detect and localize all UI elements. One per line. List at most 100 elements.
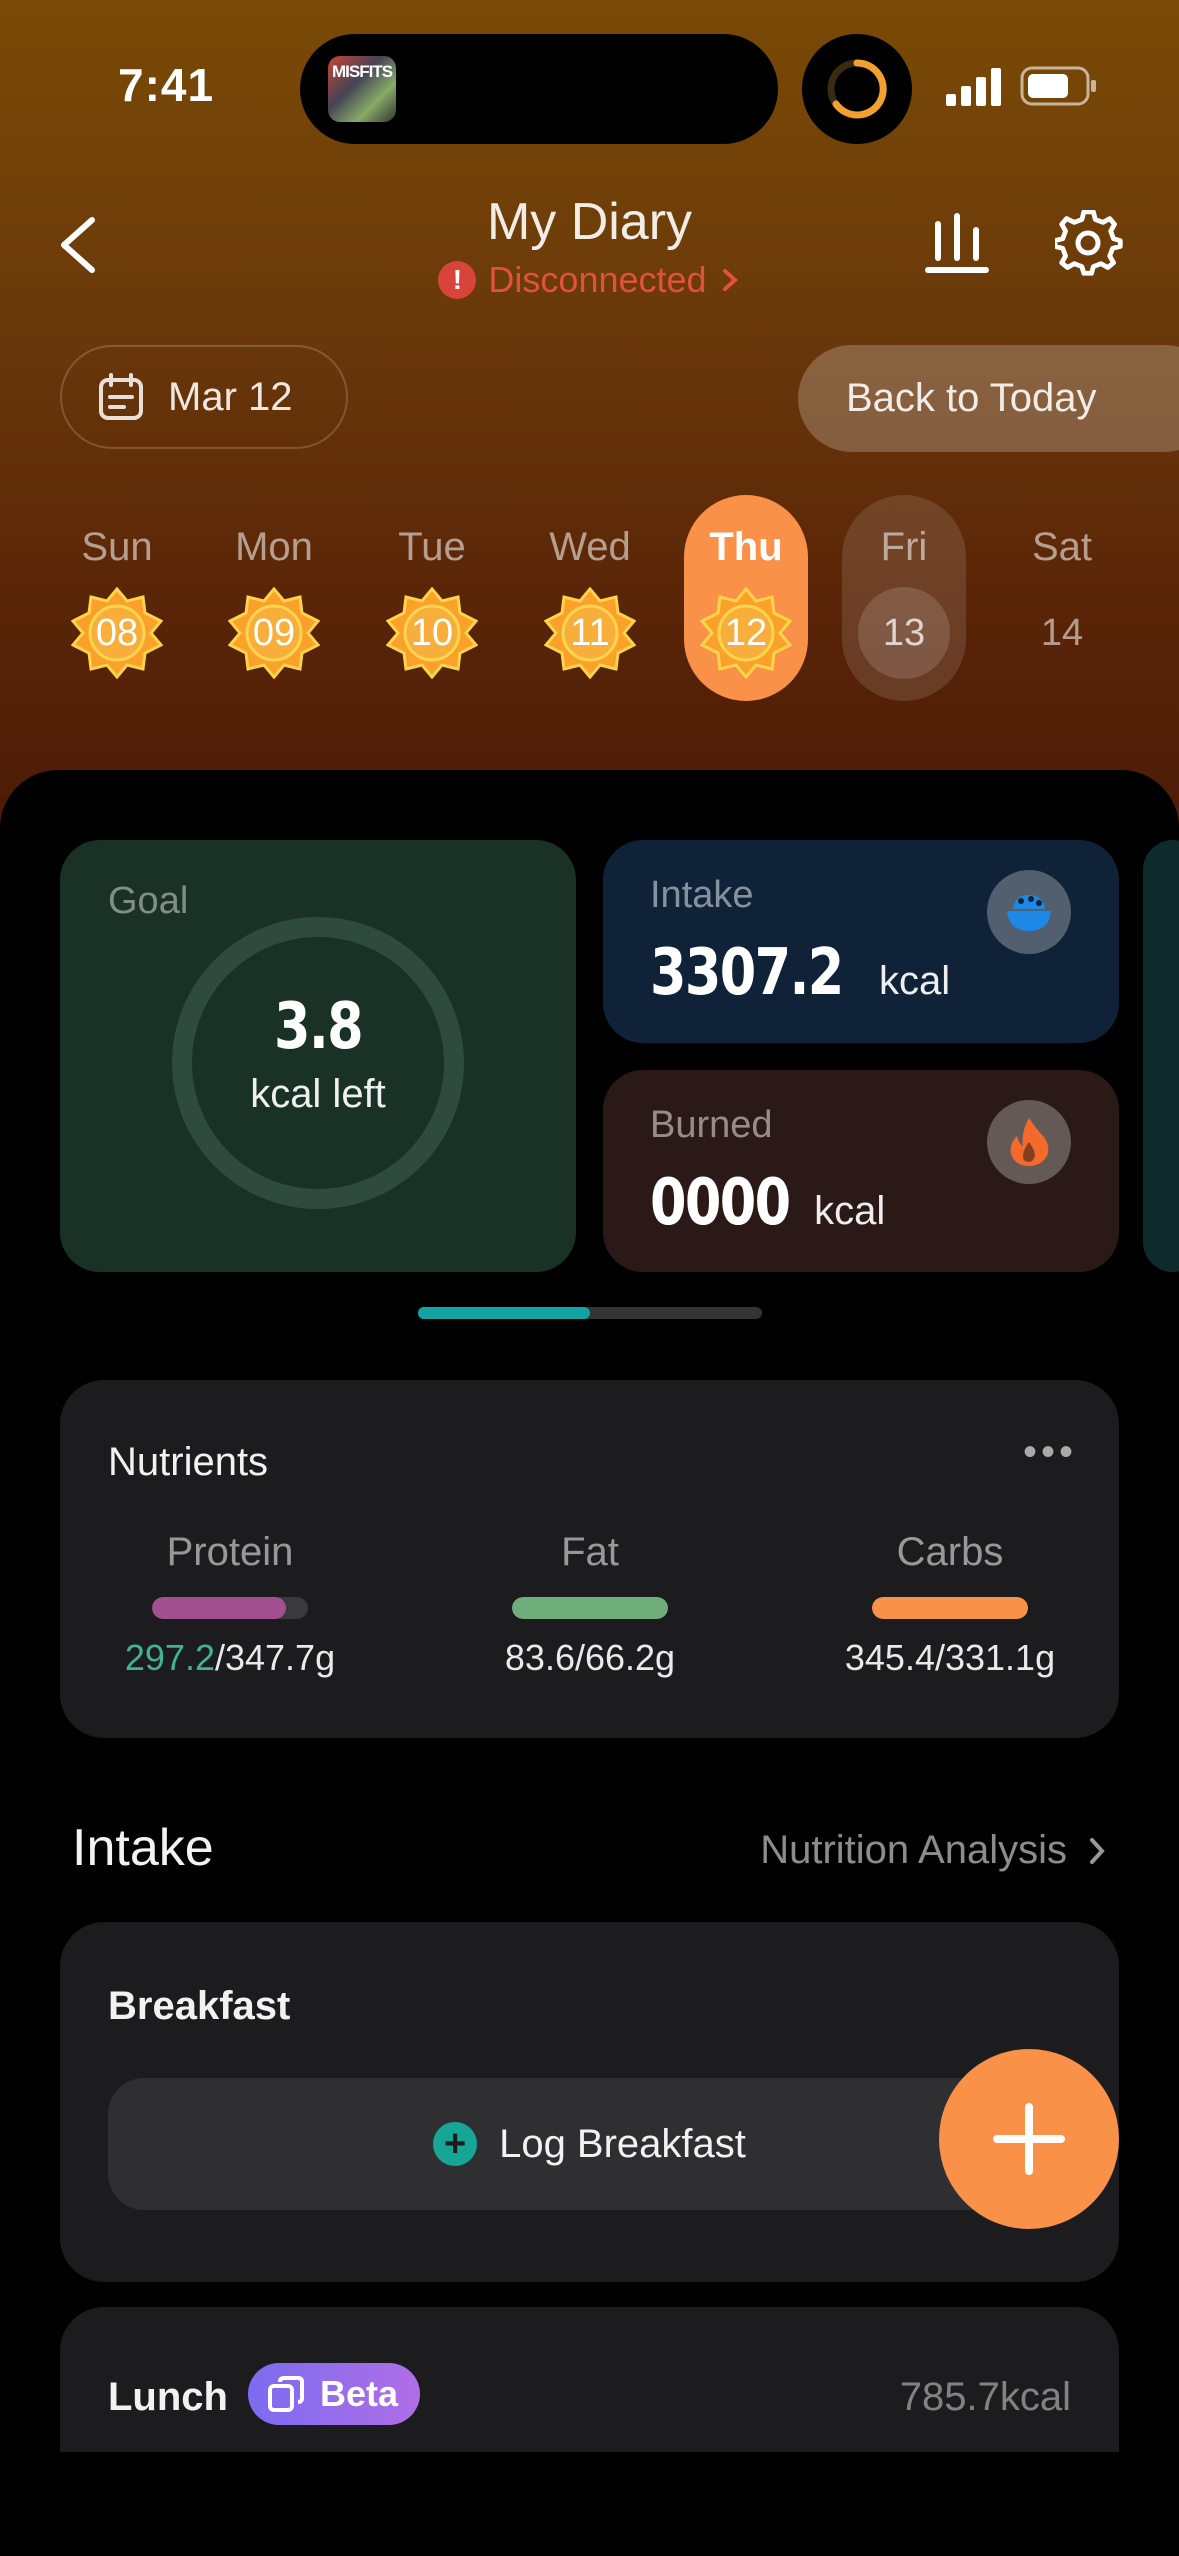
page-title: My Diary [486,193,693,251]
macro-value: 83.6/66.2g [420,1637,760,1679]
alert-icon: ! [438,261,477,299]
macro-current: 83.6 [504,1637,575,1678]
goal-badge-icon: 08 [70,586,164,680]
beta-label: Beta [320,2373,399,2414]
statistics-button[interactable] [924,210,990,276]
macro-progress-fill [152,1597,287,1619]
day-mon[interactable]: Mon 09 [212,495,336,701]
macro-protein: Protein 297.2/347.7g [60,1530,400,1679]
macro-name: Carbs [896,1530,1004,1574]
cellular-signal-icon [946,68,1001,106]
day-name: Sat [1031,525,1093,569]
dynamic-island[interactable]: MISFITS [300,34,778,144]
day-name: Tue [398,525,466,569]
day-sat[interactable]: Sat 14 [1000,495,1124,701]
macro-progress-fill [512,1597,668,1619]
now-playing-artwork: MISFITS [328,56,396,122]
day-number: 10 [410,611,454,654]
day-number: 08 [95,611,139,654]
goal-badge-icon: 10 [385,586,479,680]
macro-name: Protein [166,1530,294,1574]
day-sun[interactable]: Sun 08 [55,495,179,701]
burned-unit: kcal [814,1189,886,1233]
log-breakfast-label: Log Breakfast [499,2121,746,2166]
pager-indicator [418,1307,590,1319]
battery-icon [1020,66,1096,106]
day-name: Sun [81,525,153,569]
goal-badge-icon: 12 [699,586,793,680]
settings-button[interactable] [1055,210,1123,278]
nutrients-title: Nutrients [108,1440,269,1484]
lunch-title: Lunch [108,2375,228,2419]
day-number: 13 [858,587,950,679]
add-circle-icon: + [433,2122,478,2166]
selected-date-label: Mar 12 [168,374,293,419]
artwork-text: MISFITS [332,62,393,81]
macro-name: Fat [561,1530,619,1574]
burned-value: 0000 [650,1166,791,1240]
day-number: 11 [570,611,610,654]
log-breakfast-button[interactable]: + Log Breakfast [108,2078,1071,2210]
burned-card[interactable]: Burned 0000 kcal [603,1070,1119,1272]
macro-total: /331.1g [934,1637,1056,1678]
day-wed[interactable]: Wed 11 [528,495,652,701]
day-name: Thu [709,525,783,569]
day-tue[interactable]: Tue 10 [370,495,494,701]
macro-progress-bar [872,1597,1028,1619]
macro-total: /66.2g [574,1637,676,1678]
date-picker-button[interactable]: Mar 12 [60,345,348,449]
macro-carbs: Carbs 345.4/331.1g [780,1530,1120,1679]
more-options-icon[interactable]: ••• [1023,1430,1077,1475]
macro-progress-bar [152,1597,308,1619]
day-number: 09 [252,611,296,654]
connection-status-label: Disconnected [488,259,707,300]
calendar-icon [99,373,143,420]
macro-current: 345.4 [844,1637,935,1678]
day-number: 14 [1040,611,1084,654]
intake-unit: kcal [878,959,951,1003]
macro-total: /347.7g [214,1637,336,1678]
macro-current: 297.2 [124,1637,215,1678]
intake-value: 3307.2 [650,936,844,1010]
intake-card[interactable]: Intake 3307.2 kcal [603,840,1119,1043]
macro-progress-bar [512,1597,668,1619]
summary-pager [418,1307,762,1319]
day-name: Mon [235,525,313,569]
chevron-right-icon [722,269,738,291]
breakfast-title: Breakfast [108,1984,291,2028]
macro-value: 345.4/331.1g [780,1637,1120,1679]
goal-badge-icon: 09 [227,586,321,680]
nutrients-card[interactable]: Nutrients ••• Protein 297.2/347.7g Fat 83.6… [60,1380,1119,1738]
macro-fat: Fat 83.6/66.2g [420,1530,760,1679]
day-name: Fri [880,525,928,569]
intake-label: Intake [650,874,754,916]
goal-badge-icon: 11 [543,586,637,680]
day-name: Wed [549,525,631,569]
next-summary-card[interactable] [1143,840,1179,1272]
goal-value: 3.8 [273,990,364,1064]
goal-card[interactable]: Goal 3.8 kcal left [60,840,576,1272]
add-entry-fab[interactable] [939,2049,1119,2229]
day-number: 12 [724,611,768,654]
copy-icon [268,2376,304,2412]
day-thu[interactable]: Thu 12 [684,495,808,701]
macro-progress-fill [872,1597,1028,1619]
status-time: 7:41 [118,59,215,111]
intake-section-title: Intake [72,1819,214,1877]
beta-badge: Beta [248,2363,421,2425]
connection-status[interactable]: ! Disconnected [0,256,1179,301]
macro-value: 297.2/347.7g [60,1637,400,1679]
back-to-today-button[interactable]: Back to Today [798,345,1179,452]
bottom-mask [0,2452,1179,2556]
day-fri[interactable]: Fri 13 [842,495,966,701]
goal-sub-label: kcal left [250,1072,386,1116]
nutrition-analysis-label: Nutrition Analysis [760,1828,1067,1872]
progress-ring-icon [827,59,887,119]
flame-icon [987,1100,1071,1184]
food-bowl-icon [987,870,1071,954]
chevron-right-icon [1090,1837,1105,1864]
burned-label: Burned [650,1104,773,1146]
activity-indicator [802,34,912,144]
plus-icon [993,2103,1065,2175]
nutrition-analysis-link[interactable]: Nutrition Analysis [760,1828,1107,1873]
